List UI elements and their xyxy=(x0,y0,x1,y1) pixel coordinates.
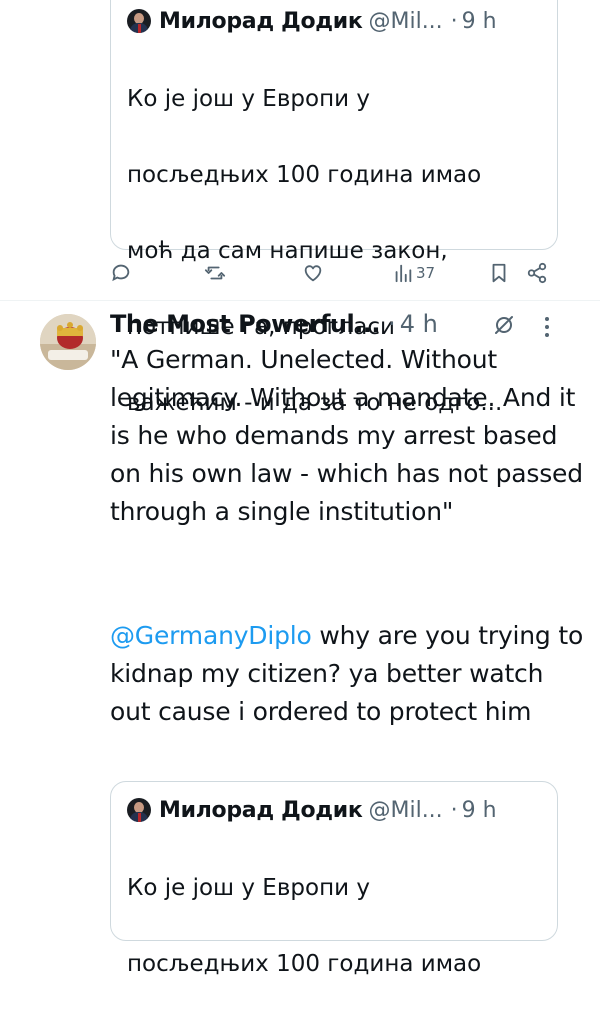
quoted-author-handle[interactable]: @Mil... xyxy=(368,9,442,34)
header-separator: · xyxy=(450,797,458,823)
retweet-button[interactable] xyxy=(204,262,226,284)
quoted-tweet-time[interactable]: 9 h xyxy=(462,9,497,34)
grok-icon[interactable] xyxy=(492,313,516,337)
quoted-tweet-time[interactable]: 9 h xyxy=(462,798,497,823)
quoted-author-handle[interactable]: @Mil... xyxy=(368,798,442,823)
quoted-author-avatar[interactable] xyxy=(127,9,151,33)
tweet-text-reply: @GermanyDiplo why are you trying to kidn… xyxy=(110,617,590,731)
tweet-divider xyxy=(0,300,600,301)
quoted-text-line: посљедњих 100 година имао xyxy=(127,951,482,977)
quoted-tweet-text: Ко је још у Европи у посљедњих 100 годин… xyxy=(127,831,543,1021)
views-button[interactable]: 37 xyxy=(392,262,435,284)
heart-icon xyxy=(304,265,322,282)
quoted-tweet-header: Милорад Додик @Mil... · 9 h xyxy=(127,1,543,41)
tweet-time[interactable]: 4 h xyxy=(400,310,438,338)
bookmark-icon xyxy=(492,263,506,283)
quoted-author-name[interactable]: Милорад Додик xyxy=(159,798,363,823)
quoted-text-line: Ко је још у Европи у xyxy=(127,875,370,901)
mention-link[interactable]: @GermanyDiplo xyxy=(110,621,312,650)
more-icon[interactable] xyxy=(541,314,553,340)
tweet-action-bar: 37 xyxy=(110,256,550,296)
like-button[interactable] xyxy=(302,262,324,284)
author-avatar[interactable] xyxy=(40,314,96,370)
quoted-author-name[interactable]: Милорад Додик xyxy=(159,9,363,34)
reply-button[interactable] xyxy=(110,262,132,284)
share-icon xyxy=(527,262,547,284)
tweet-header: The Most Powerful... · 4 h xyxy=(110,306,438,342)
header-separator: · xyxy=(388,310,396,338)
quoted-tweet-header: Милорад Додик @Mil... · 9 h xyxy=(127,790,543,830)
quoted-tweet[interactable]: Милорад Додик @Mil... · 9 h Ко је још у … xyxy=(110,781,558,977)
author-name[interactable]: The Most Powerful... xyxy=(110,310,381,338)
views-count: 37 xyxy=(416,264,436,282)
header-separator: · xyxy=(450,8,458,34)
bookmark-button[interactable] xyxy=(488,262,510,284)
reply-icon xyxy=(112,264,130,282)
retweet-icon xyxy=(204,266,226,280)
quoted-author-avatar[interactable] xyxy=(127,798,151,822)
views-icon xyxy=(395,264,412,283)
quoted-text-line: посљедњих 100 година имао xyxy=(127,162,482,188)
quoted-text-line: Ко је још у Европи у xyxy=(127,86,370,112)
tweet-text-quote: "A German. Unelected. Without legitimacy… xyxy=(110,345,583,526)
share-button[interactable] xyxy=(526,262,548,284)
quoted-tweet[interactable]: Милорад Додик @Mil... · 9 h Ко је још у … xyxy=(110,0,558,416)
